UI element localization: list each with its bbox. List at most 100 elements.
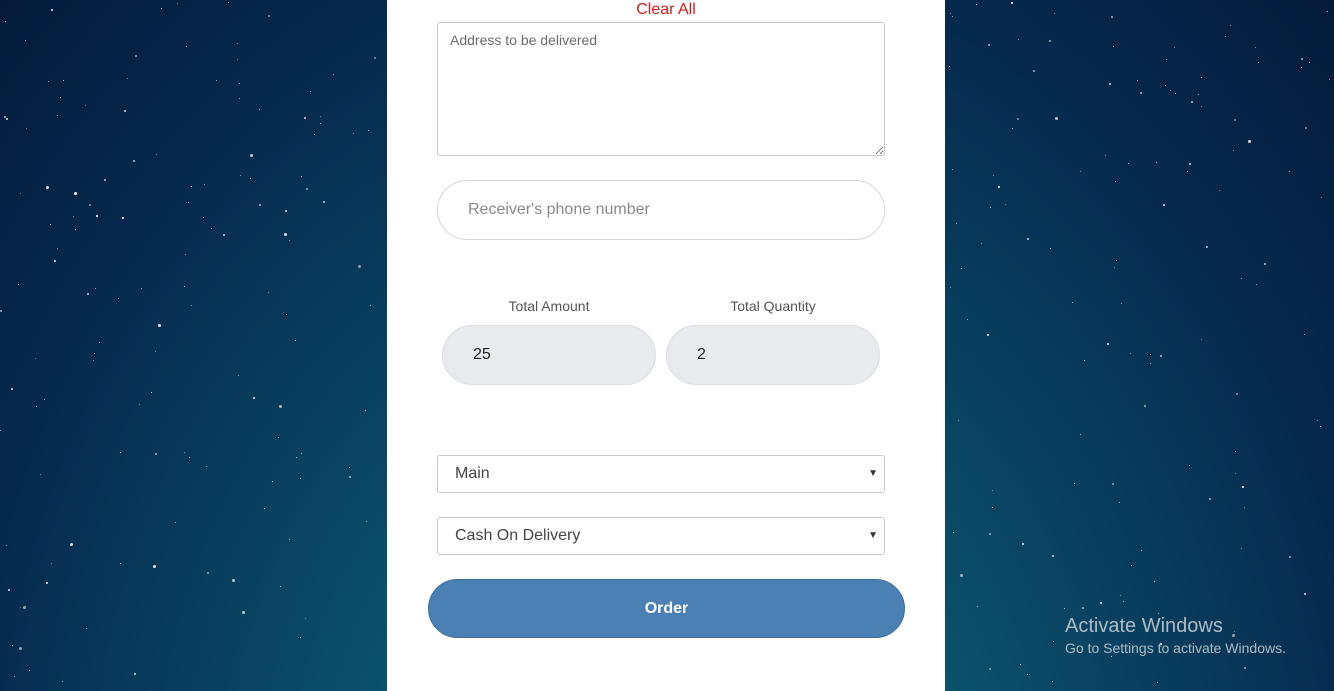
star-dot — [1137, 79, 1139, 81]
star-dot — [45, 582, 48, 585]
star-dot — [1116, 259, 1118, 261]
star-dot — [1243, 667, 1246, 670]
star-dot — [1233, 119, 1236, 121]
star-dot — [236, 43, 238, 45]
star-dot — [1242, 485, 1245, 488]
star-dot — [319, 116, 321, 118]
star-dot — [44, 399, 46, 401]
star-dot — [264, 507, 266, 509]
order-button[interactable]: Order — [428, 579, 905, 638]
star-dot — [284, 210, 287, 213]
star-dot — [1190, 100, 1193, 103]
watermark-subtitle: Go to Settings to activate Windows. — [1065, 640, 1286, 656]
star-dot — [6, 117, 9, 120]
star-dot — [1011, 2, 1014, 5]
star-dot — [238, 82, 240, 84]
star-dot — [949, 287, 951, 289]
star-dot — [1005, 203, 1007, 205]
star-dot — [952, 169, 954, 171]
star-dot — [206, 572, 209, 575]
star-dot — [1256, 283, 1257, 285]
star-dot — [25, 40, 27, 42]
star-dot — [1321, 196, 1323, 198]
star-dot — [1026, 674, 1028, 676]
star-dot — [153, 564, 157, 568]
star-dot — [295, 457, 297, 458]
star-dot — [1119, 502, 1121, 504]
star-dot — [1120, 302, 1122, 304]
star-dot — [1033, 69, 1036, 72]
order-form-panel: Clear All Total Amount Total Quantity Ma… — [387, 0, 945, 691]
star-dot — [300, 477, 302, 479]
star-dot — [967, 318, 969, 320]
star-dot — [960, 268, 962, 269]
star-dot — [98, 342, 100, 344]
star-dot — [1300, 57, 1303, 60]
star-dot — [3, 116, 6, 119]
star-dot — [238, 98, 240, 100]
star-dot — [57, 115, 59, 117]
star-dot — [1144, 405, 1147, 408]
star-dot — [188, 456, 190, 458]
star-dot — [73, 191, 77, 195]
star-dot — [238, 375, 240, 377]
star-dot — [319, 122, 321, 124]
star-dot — [1021, 543, 1024, 546]
star-dot — [249, 178, 251, 180]
location-select[interactable]: Main ▼ — [437, 455, 885, 493]
star-dot — [47, 81, 49, 83]
star-dot — [22, 606, 26, 609]
star-dot — [1189, 163, 1192, 166]
star-dot — [0, 429, 2, 431]
star-dot — [997, 186, 1000, 189]
delivery-address-field[interactable] — [437, 22, 885, 156]
star-dot — [1244, 507, 1246, 509]
star-dot — [333, 73, 335, 75]
total-quantity-label: Total Quantity — [730, 298, 816, 314]
star-dot — [50, 224, 52, 226]
star-dot — [1016, 117, 1019, 120]
star-dot — [239, 175, 241, 177]
location-select-value: Main — [455, 465, 490, 482]
star-dot — [154, 351, 156, 353]
star-dot — [155, 453, 158, 456]
star-dot — [1081, 606, 1084, 609]
star-dot — [190, 185, 192, 187]
total-amount-label: Total Amount — [508, 298, 590, 314]
star-dot — [126, 77, 128, 79]
payment-method-select[interactable]: Cash On Delivery ▼ — [437, 517, 885, 555]
star-dot — [104, 178, 107, 181]
star-dot — [949, 12, 951, 14]
star-dot — [1130, 564, 1132, 566]
star-dot — [174, 521, 176, 523]
clear-all-link[interactable]: Clear All — [387, 0, 945, 20]
star-dot — [1122, 601, 1124, 603]
star-dot — [1188, 464, 1190, 466]
star-dot — [62, 80, 64, 82]
star-dot — [54, 260, 57, 263]
star-dot — [352, 133, 354, 135]
star-dot — [1156, 161, 1158, 163]
star-dot — [348, 467, 350, 469]
star-dot — [57, 248, 59, 250]
star-dot — [45, 185, 49, 189]
star-dot — [295, 339, 297, 341]
star-dot — [183, 452, 185, 454]
receiver-phone-input[interactable] — [437, 180, 885, 240]
star-dot — [1099, 602, 1102, 605]
star-dot — [305, 617, 307, 619]
star-dot — [1165, 85, 1167, 87]
star-dot — [1105, 155, 1107, 157]
star-dot — [11, 388, 14, 391]
star-dot — [13, 675, 15, 677]
total-amount-field — [442, 325, 656, 385]
star-dot — [188, 202, 190, 204]
star-dot — [85, 628, 87, 630]
star-dot — [1208, 497, 1211, 500]
star-dot — [1018, 39, 1020, 41]
star-dot — [1236, 392, 1239, 395]
star-dot — [1115, 180, 1117, 182]
star-dot — [117, 297, 119, 299]
star-dot — [323, 201, 326, 204]
star-dot — [34, 358, 36, 360]
